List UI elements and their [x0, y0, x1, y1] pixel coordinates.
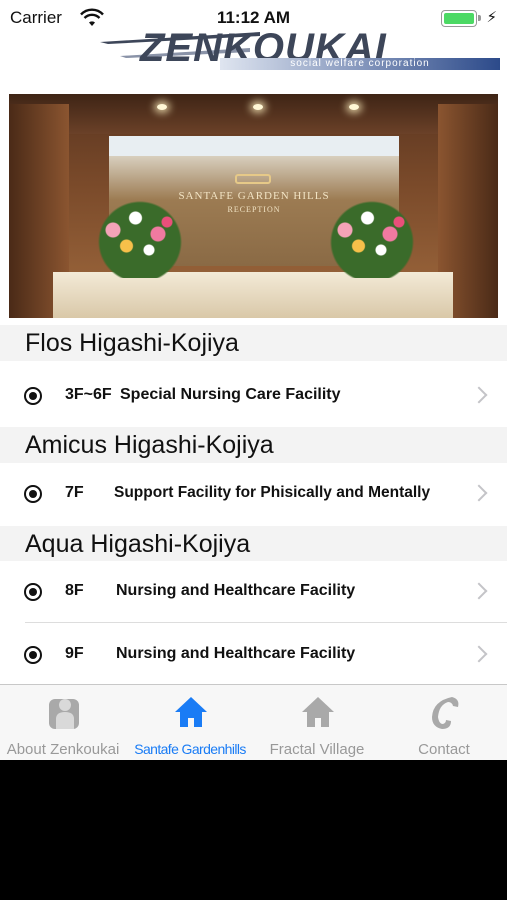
radio-dot-icon — [24, 583, 42, 601]
floor-label: 7F — [65, 484, 84, 501]
chevron-right-icon — [470, 386, 488, 404]
section-title: Flos Higashi-Kojiya — [25, 329, 239, 357]
section-title: Amicus Higashi-Kojiya — [25, 431, 274, 459]
row-divider — [25, 622, 507, 623]
home-icon — [175, 697, 207, 727]
tab-label: Contact — [418, 741, 470, 758]
charging-bolt-icon: ⚡ — [486, 9, 497, 26]
facility-label: Support Facility for Phisically and Ment… — [114, 484, 431, 501]
floor-label: 3F~6F — [65, 386, 112, 403]
radio-dot-icon — [24, 387, 42, 405]
floor-label: 8F — [65, 582, 84, 599]
flower-arrangement-left — [95, 198, 185, 278]
zenkoukai-logo: ZENKOUKAI social welfare corporation — [100, 26, 500, 76]
tab-label: Fractal Village — [269, 741, 365, 758]
battery-icon — [441, 10, 481, 27]
list-item[interactable]: 8F Nursing and Healthcare Facility — [0, 561, 507, 623]
section-title: Aqua Higashi-Kojiya — [25, 530, 251, 558]
tab-about-zenkoukai[interactable]: About Zenkoukai — [0, 685, 126, 760]
flower-arrangement-right — [327, 198, 417, 278]
section-header: Aqua Higashi-Kojiya — [0, 526, 507, 562]
radio-dot-icon — [24, 485, 42, 503]
tab-contact[interactable]: Contact — [381, 685, 507, 760]
tab-label: About Zenkoukai — [6, 741, 120, 758]
person-icon — [49, 699, 79, 729]
app-screen: Carrier 11:12 AM ⚡ ZENKOUKAI social welf… — [0, 0, 507, 760]
list-item[interactable]: 7F Support Facility for Phisically and M… — [0, 463, 507, 525]
chevron-right-icon — [470, 484, 488, 502]
tab-santafe-gardenhills[interactable]: Santafe Gardenhills — [127, 685, 253, 760]
chevron-right-icon — [470, 582, 488, 600]
reception-counter — [53, 272, 453, 318]
section-header: Flos Higashi-Kojiya — [0, 325, 507, 361]
chevron-right-icon — [470, 645, 488, 663]
reception-photo: SANTAFE GARDEN HILLS RECEPTION — [9, 94, 498, 318]
tab-label: Santafe Gardenhills — [134, 741, 246, 757]
logo-subtitle: social welfare corporation — [220, 58, 500, 70]
tab-bar: About Zenkoukai Santafe Gardenhills Frac… — [0, 684, 507, 760]
phone-icon — [432, 697, 459, 729]
floor-label: 9F — [65, 645, 84, 662]
radio-dot-icon — [24, 646, 42, 664]
tab-fractal-village[interactable]: Fractal Village — [254, 685, 380, 760]
facility-label: Nursing and Healthcare Facility — [116, 582, 356, 599]
sign-title: SANTAFE GARDEN HILLS — [178, 190, 330, 202]
home-icon — [302, 697, 334, 727]
section-header: Amicus Higashi-Kojiya — [0, 427, 507, 463]
facility-label: Nursing and Healthcare Facility — [116, 645, 356, 662]
clock: 11:12 AM — [216, 8, 291, 27]
list-item[interactable]: 3F~6F Special Nursing Care Facility — [0, 364, 507, 426]
list-item[interactable]: 9F Nursing and Healthcare Facility — [0, 624, 507, 686]
emblem-icon — [235, 174, 271, 184]
facility-label: Special Nursing Care Facility — [120, 386, 341, 403]
